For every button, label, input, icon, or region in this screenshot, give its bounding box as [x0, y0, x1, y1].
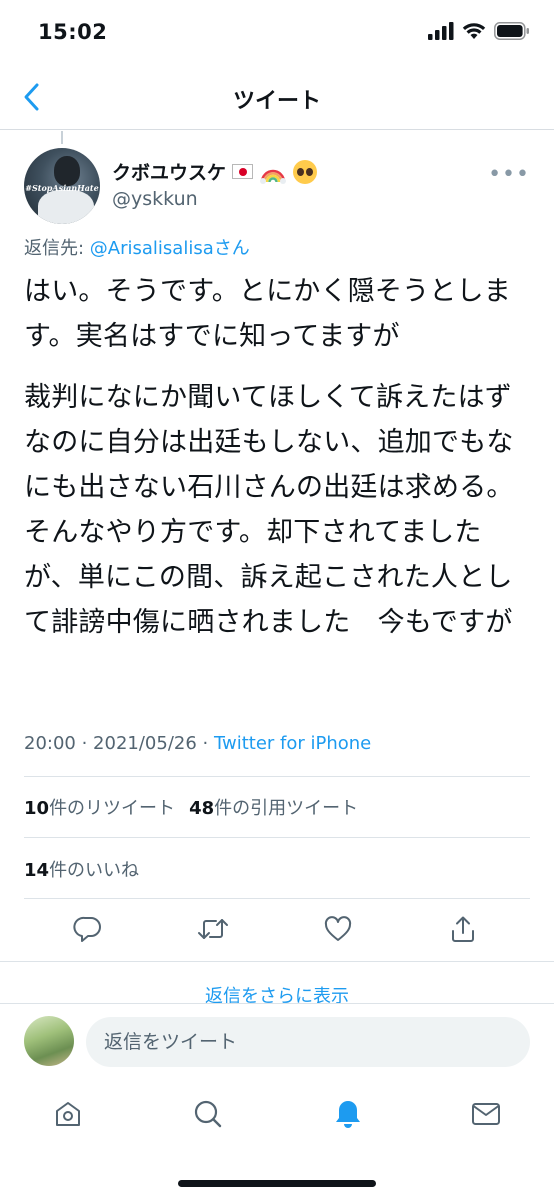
avatar-hashtag-overlay: #StopAsianHate [25, 183, 99, 193]
nav-bar: ツイート [0, 66, 554, 130]
share-button[interactable] [446, 912, 480, 946]
tweet-time: 20:00 [24, 733, 76, 754]
reply-to-line: 返信先: @Arisalisalisaさん [24, 234, 250, 260]
tweet-source-link[interactable]: Twitter for iPhone [214, 733, 371, 754]
meta-separator: · [196, 733, 214, 754]
retweet-icon [198, 919, 228, 939]
tweet-text: はい。そうです。とにかく隠そうとします。実名はすでに知ってますが 裁判になにか聞… [24, 269, 534, 661]
likes-stat[interactable]: 14件のいいね [24, 856, 139, 882]
tweet-paragraph: はい。そうです。とにかく隠そうとします。実名はすでに知ってますが [24, 276, 511, 352]
author-display-name[interactable]: クボユウスケ [112, 158, 318, 185]
tweet-action-bar [0, 906, 554, 952]
wifi-icon [462, 23, 486, 39]
rainbow-icon [260, 169, 287, 184]
likes-count: 14 [24, 860, 50, 881]
share-icon [452, 916, 474, 942]
reply-button[interactable] [71, 912, 105, 946]
divider [24, 837, 530, 838]
tweet-header: #StopAsianHate クボユウスケ @yskkun ••• [24, 148, 530, 226]
tab-notifications[interactable] [328, 1094, 368, 1134]
status-bar: 15:02 [0, 0, 554, 66]
quotes-stat[interactable]: 48件の引用ツイート [189, 794, 358, 820]
likes-stats-row: 14件のいいね [24, 856, 139, 882]
tab-messages[interactable] [466, 1094, 506, 1134]
status-time: 15:02 [38, 20, 108, 44]
retweet-stats-row: 10件のリツイート 48件の引用ツイート [24, 794, 358, 820]
page-title: ツイート [232, 89, 321, 114]
avatar-figure-body [38, 190, 94, 224]
author-avatar[interactable]: #StopAsianHate [24, 148, 100, 224]
reply-icon [73, 916, 101, 942]
battery-icon [494, 22, 529, 40]
author-handle[interactable]: @yskkun [112, 188, 198, 210]
meta-separator: · [75, 733, 94, 754]
more-options-button[interactable]: ••• [488, 162, 530, 187]
retweets-count: 10 [24, 798, 50, 819]
home-indicator[interactable] [178, 1180, 376, 1187]
current-user-avatar[interactable] [24, 1016, 74, 1066]
search-icon [194, 1100, 222, 1128]
pleading-face-icon [293, 159, 318, 184]
japan-flag-icon [232, 164, 254, 179]
quotes-count: 48 [189, 798, 215, 819]
heart-icon [324, 916, 352, 941]
author-name-text: クボユウスケ [112, 162, 227, 184]
mail-icon [472, 1103, 500, 1125]
tweet-meta: 20:00 · 2021/05/26 · Twitter for iPhone [24, 733, 371, 754]
retweets-stat[interactable]: 10件のリツイート [24, 794, 175, 820]
home-icon [56, 1102, 80, 1126]
status-icons [428, 22, 530, 40]
reply-to-mention[interactable]: @Arisalisalisaさん [90, 238, 250, 259]
divider [0, 961, 554, 962]
tweet-paragraph: 裁判になにか聞いてほしくて訴えたはずなのに自分は出廷もしない、追加でもなにも出さ… [24, 382, 514, 638]
likes-label: 件のいいね [49, 860, 140, 881]
bell-icon [336, 1101, 360, 1128]
divider [24, 776, 530, 777]
reply-compose-bar [0, 1003, 554, 1079]
like-button[interactable] [321, 912, 355, 946]
reply-to-prefix: 返信先: [24, 238, 90, 259]
avatar-figure-head [54, 156, 80, 186]
retweet-button[interactable] [196, 912, 230, 946]
tweet-date: 2021/05/26 [93, 733, 197, 754]
tab-search[interactable] [188, 1094, 228, 1134]
retweets-label: 件のリツイート [49, 798, 176, 819]
signal-icon [428, 22, 454, 40]
divider [24, 898, 530, 899]
thread-connector [61, 131, 63, 144]
reply-input[interactable] [86, 1017, 530, 1067]
bottom-tab-bar [0, 1080, 554, 1150]
quotes-label: 件の引用ツイート [214, 798, 359, 819]
tab-home[interactable] [48, 1094, 88, 1134]
